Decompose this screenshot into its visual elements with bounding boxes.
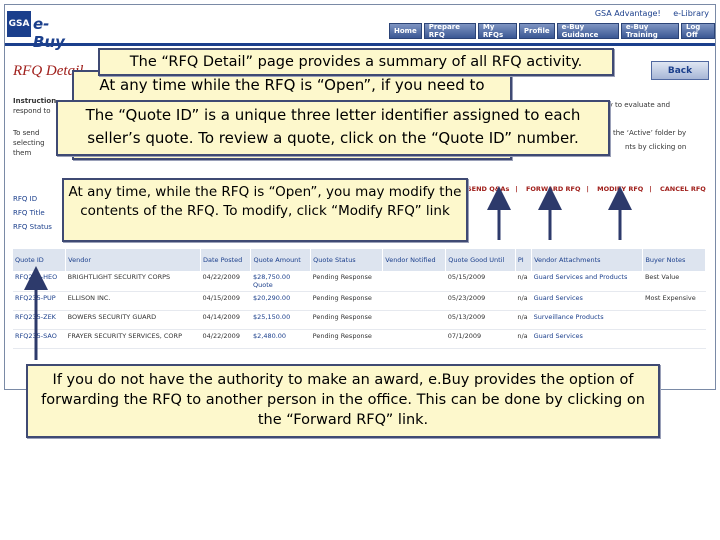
callout-arrows [24,186,632,360]
